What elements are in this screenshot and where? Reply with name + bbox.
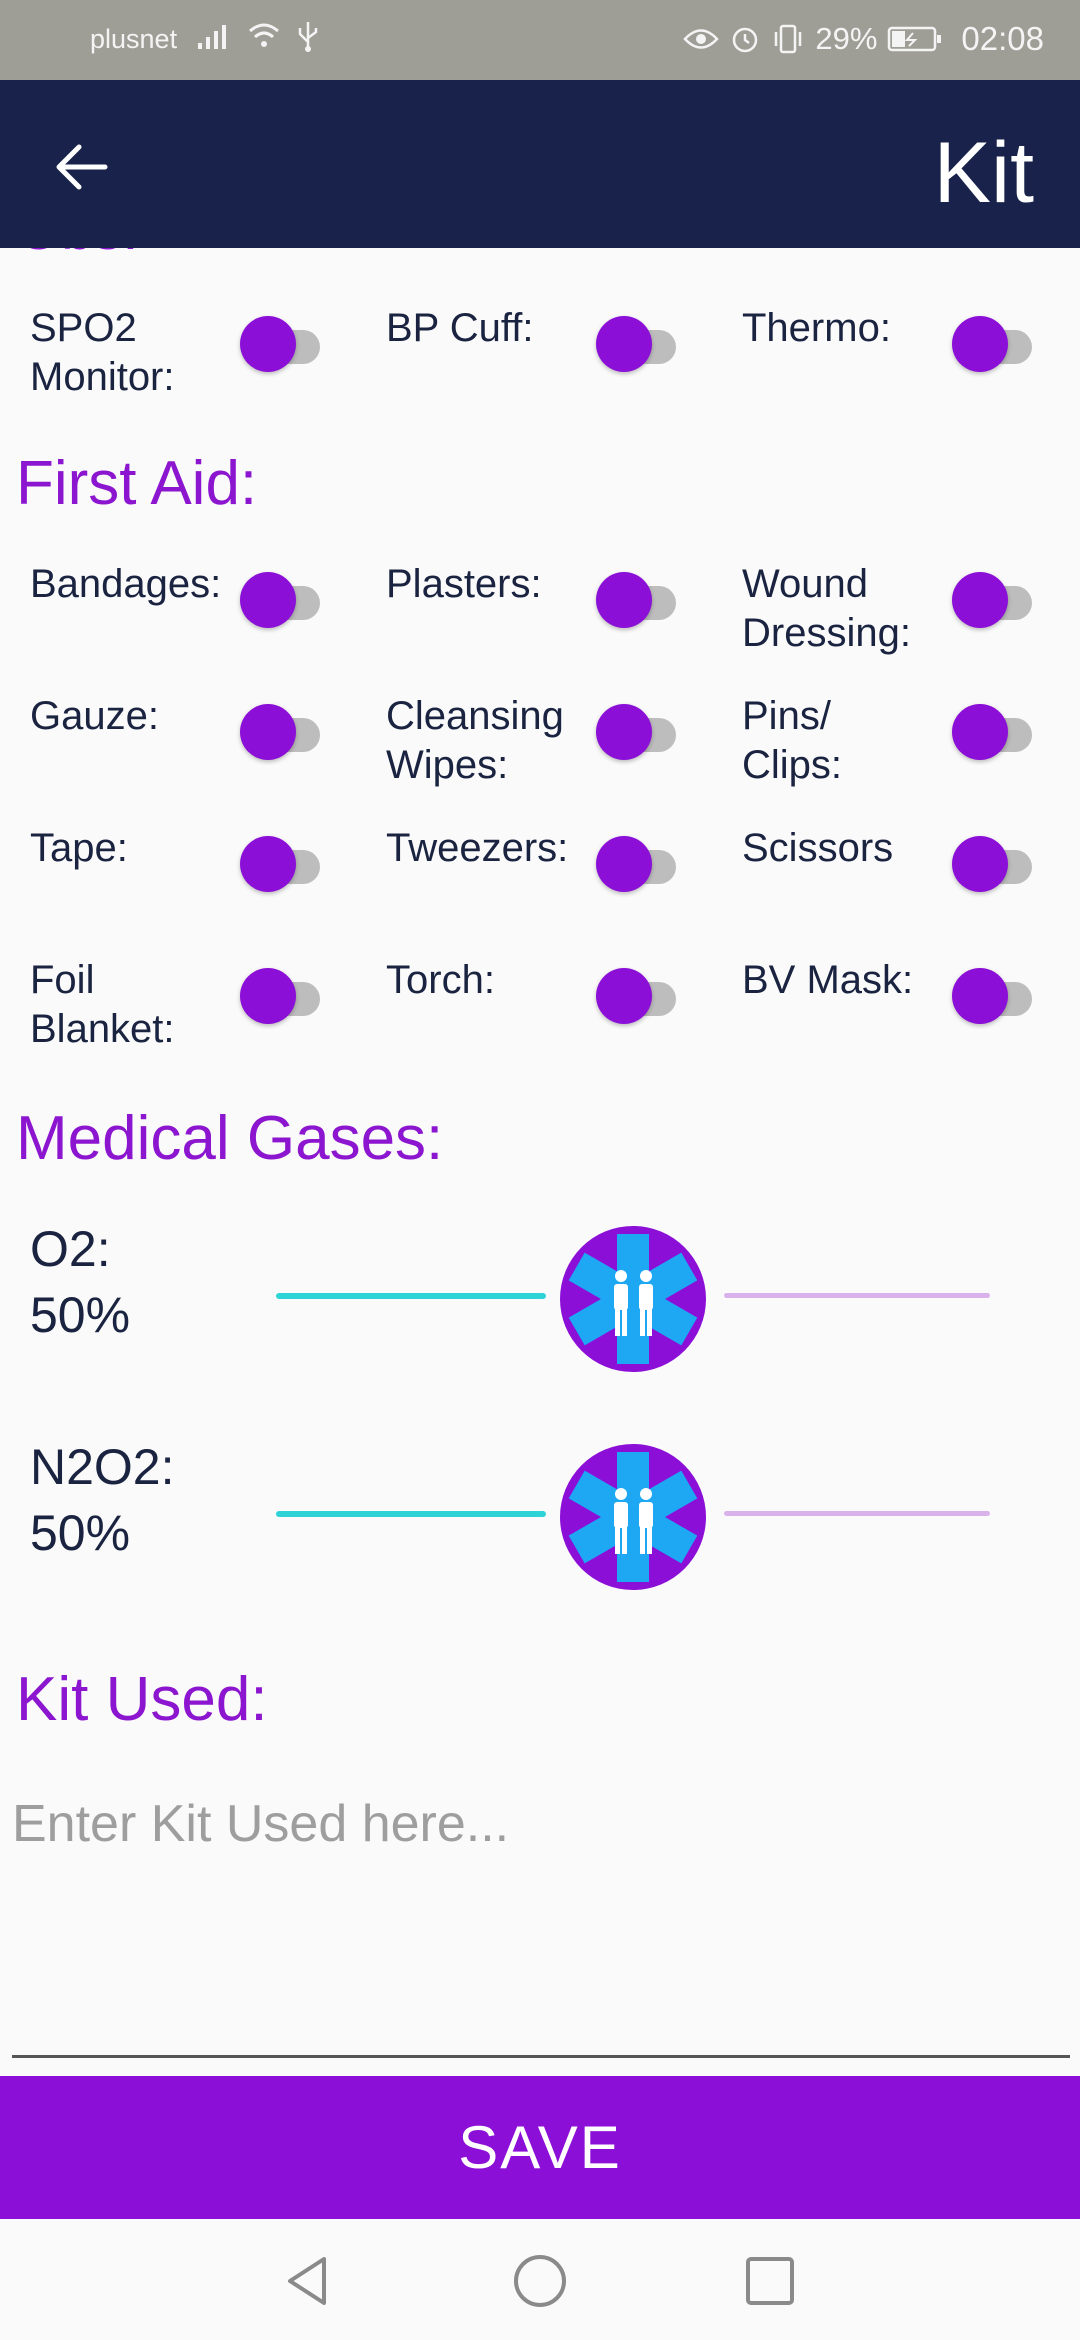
kit-item-label: Thermo: <box>742 306 891 350</box>
medical-gases-heading: Medical Gases: <box>16 1104 444 1173</box>
kit-item-pins-clips: Pins/ Clips: <box>728 692 1078 802</box>
back-triangle-icon[interactable] <box>278 2251 338 2311</box>
kit-item-label: Bandages: <box>30 562 222 606</box>
kit-item-label: Gauze: <box>30 694 159 738</box>
o2-slider-track-active[interactable] <box>276 1293 546 1299</box>
recents-square-icon[interactable] <box>740 2251 800 2311</box>
kit-item-label: Tweezers: <box>386 826 569 870</box>
kit-item-torch: Torch: <box>372 956 722 1066</box>
kit-item-bp-cuff: BP Cuff: <box>372 304 722 414</box>
back-arrow-icon <box>56 144 108 190</box>
page-title: Kit <box>933 125 1034 221</box>
n2o2-slider-track-inactive[interactable] <box>724 1511 990 1516</box>
kit-item-label: Cleansing Wipes: <box>386 694 564 787</box>
kit-item-label: BV Mask: <box>742 958 914 1002</box>
bandages-toggle[interactable] <box>226 568 336 628</box>
kit-item-bandages: Bandages: <box>16 560 366 670</box>
wound-dressing-toggle[interactable] <box>938 568 1048 628</box>
home-circle-icon[interactable] <box>510 2251 570 2311</box>
kit-item-plasters: Plasters: <box>372 560 722 670</box>
save-button[interactable]: SAVE <box>0 2076 1080 2219</box>
kit-item-label: Pins/ Clips: <box>742 694 843 787</box>
kit-item-label: BP Cuff: <box>386 306 534 350</box>
cleansing-wipes-toggle[interactable] <box>582 700 692 760</box>
kit-used-input[interactable] <box>12 1778 1070 2055</box>
gas-row-o2: O2: 50% <box>0 1216 1080 1376</box>
kit-item-label: Wound Dressing: <box>742 562 911 655</box>
eye-icon <box>683 29 720 49</box>
kit-item-label: Tape: <box>30 826 128 870</box>
obs-heading-partial: Obs: <box>16 248 139 263</box>
star-of-life-paramedics-icon[interactable] <box>558 1442 708 1592</box>
kit-item-spo2-monitor: SPO2 Monitor: <box>16 304 366 414</box>
kit-item-label: Scissors <box>742 826 894 870</box>
alarm-icon <box>733 27 758 53</box>
kit-used-field[interactable] <box>12 1778 1070 2058</box>
torch-toggle[interactable] <box>582 964 692 1024</box>
kit-item-tape: Tape: <box>16 824 366 934</box>
kit-item-wound-dressing: Wound Dressing: <box>728 560 1078 670</box>
spo2-monitor-toggle[interactable] <box>226 312 336 372</box>
status-bar: plusnet 29% 02:08 <box>0 0 1080 80</box>
scissors-toggle[interactable] <box>938 832 1048 892</box>
kit-item-label: Torch: <box>386 958 495 1002</box>
n2o2-label: N2O2: 50% <box>30 1439 175 1561</box>
kit-item-label: SPO2 Monitor: <box>30 306 175 399</box>
plasters-toggle[interactable] <box>582 568 692 628</box>
system-nav-bar <box>0 2219 1080 2340</box>
kit-item-bv-mask: BV Mask: <box>728 956 1078 1066</box>
tweezers-toggle[interactable] <box>582 832 692 892</box>
vibrate-icon <box>775 24 802 54</box>
bp-cuff-toggle[interactable] <box>582 312 692 372</box>
kit-item-foil-blanket: Foil Blanket: <box>16 956 366 1066</box>
gauze-toggle[interactable] <box>226 700 336 760</box>
kit-item-label: Foil Blanket: <box>30 958 175 1051</box>
kit-item-gauze: Gauze: <box>16 692 366 802</box>
first-aid-heading: First Aid: <box>16 449 258 518</box>
kit-item-scissors: Scissors <box>728 824 1078 934</box>
pins-clips-toggle[interactable] <box>938 700 1048 760</box>
kit-form[interactable]: Obs: SPO2 Monitor: BP Cuff: Thermo: Firs… <box>0 248 1080 2078</box>
foil-blanket-toggle[interactable] <box>226 964 336 1024</box>
carrier-name: plusnet <box>90 24 178 54</box>
o2-label: O2: 50% <box>30 1221 131 1343</box>
battery-percent: 29% <box>815 21 878 56</box>
clock: 02:08 <box>961 20 1044 57</box>
battery-icon <box>888 26 942 52</box>
kit-item-cleansing-wipes: Cleansing Wipes: <box>372 692 722 802</box>
gas-row-n2o2: N2O2: 50% <box>0 1434 1080 1594</box>
wifi-icon <box>249 23 279 47</box>
n2o2-slider-track-active[interactable] <box>276 1511 546 1517</box>
signal-icon <box>198 25 226 49</box>
kit-used-heading: Kit Used: <box>16 1665 268 1734</box>
app-bar: Kit <box>0 80 1080 248</box>
bv-mask-toggle[interactable] <box>938 964 1048 1024</box>
tape-toggle[interactable] <box>226 832 336 892</box>
back-button[interactable] <box>46 132 116 202</box>
kit-item-tweezers: Tweezers: <box>372 824 722 934</box>
thermo-toggle[interactable] <box>938 312 1048 372</box>
o2-slider-track-inactive[interactable] <box>724 1293 990 1298</box>
kit-item-thermo: Thermo: <box>728 304 1078 414</box>
usb-icon <box>298 22 318 52</box>
star-of-life-paramedics-icon[interactable] <box>558 1224 708 1374</box>
kit-item-label: Plasters: <box>386 562 542 606</box>
